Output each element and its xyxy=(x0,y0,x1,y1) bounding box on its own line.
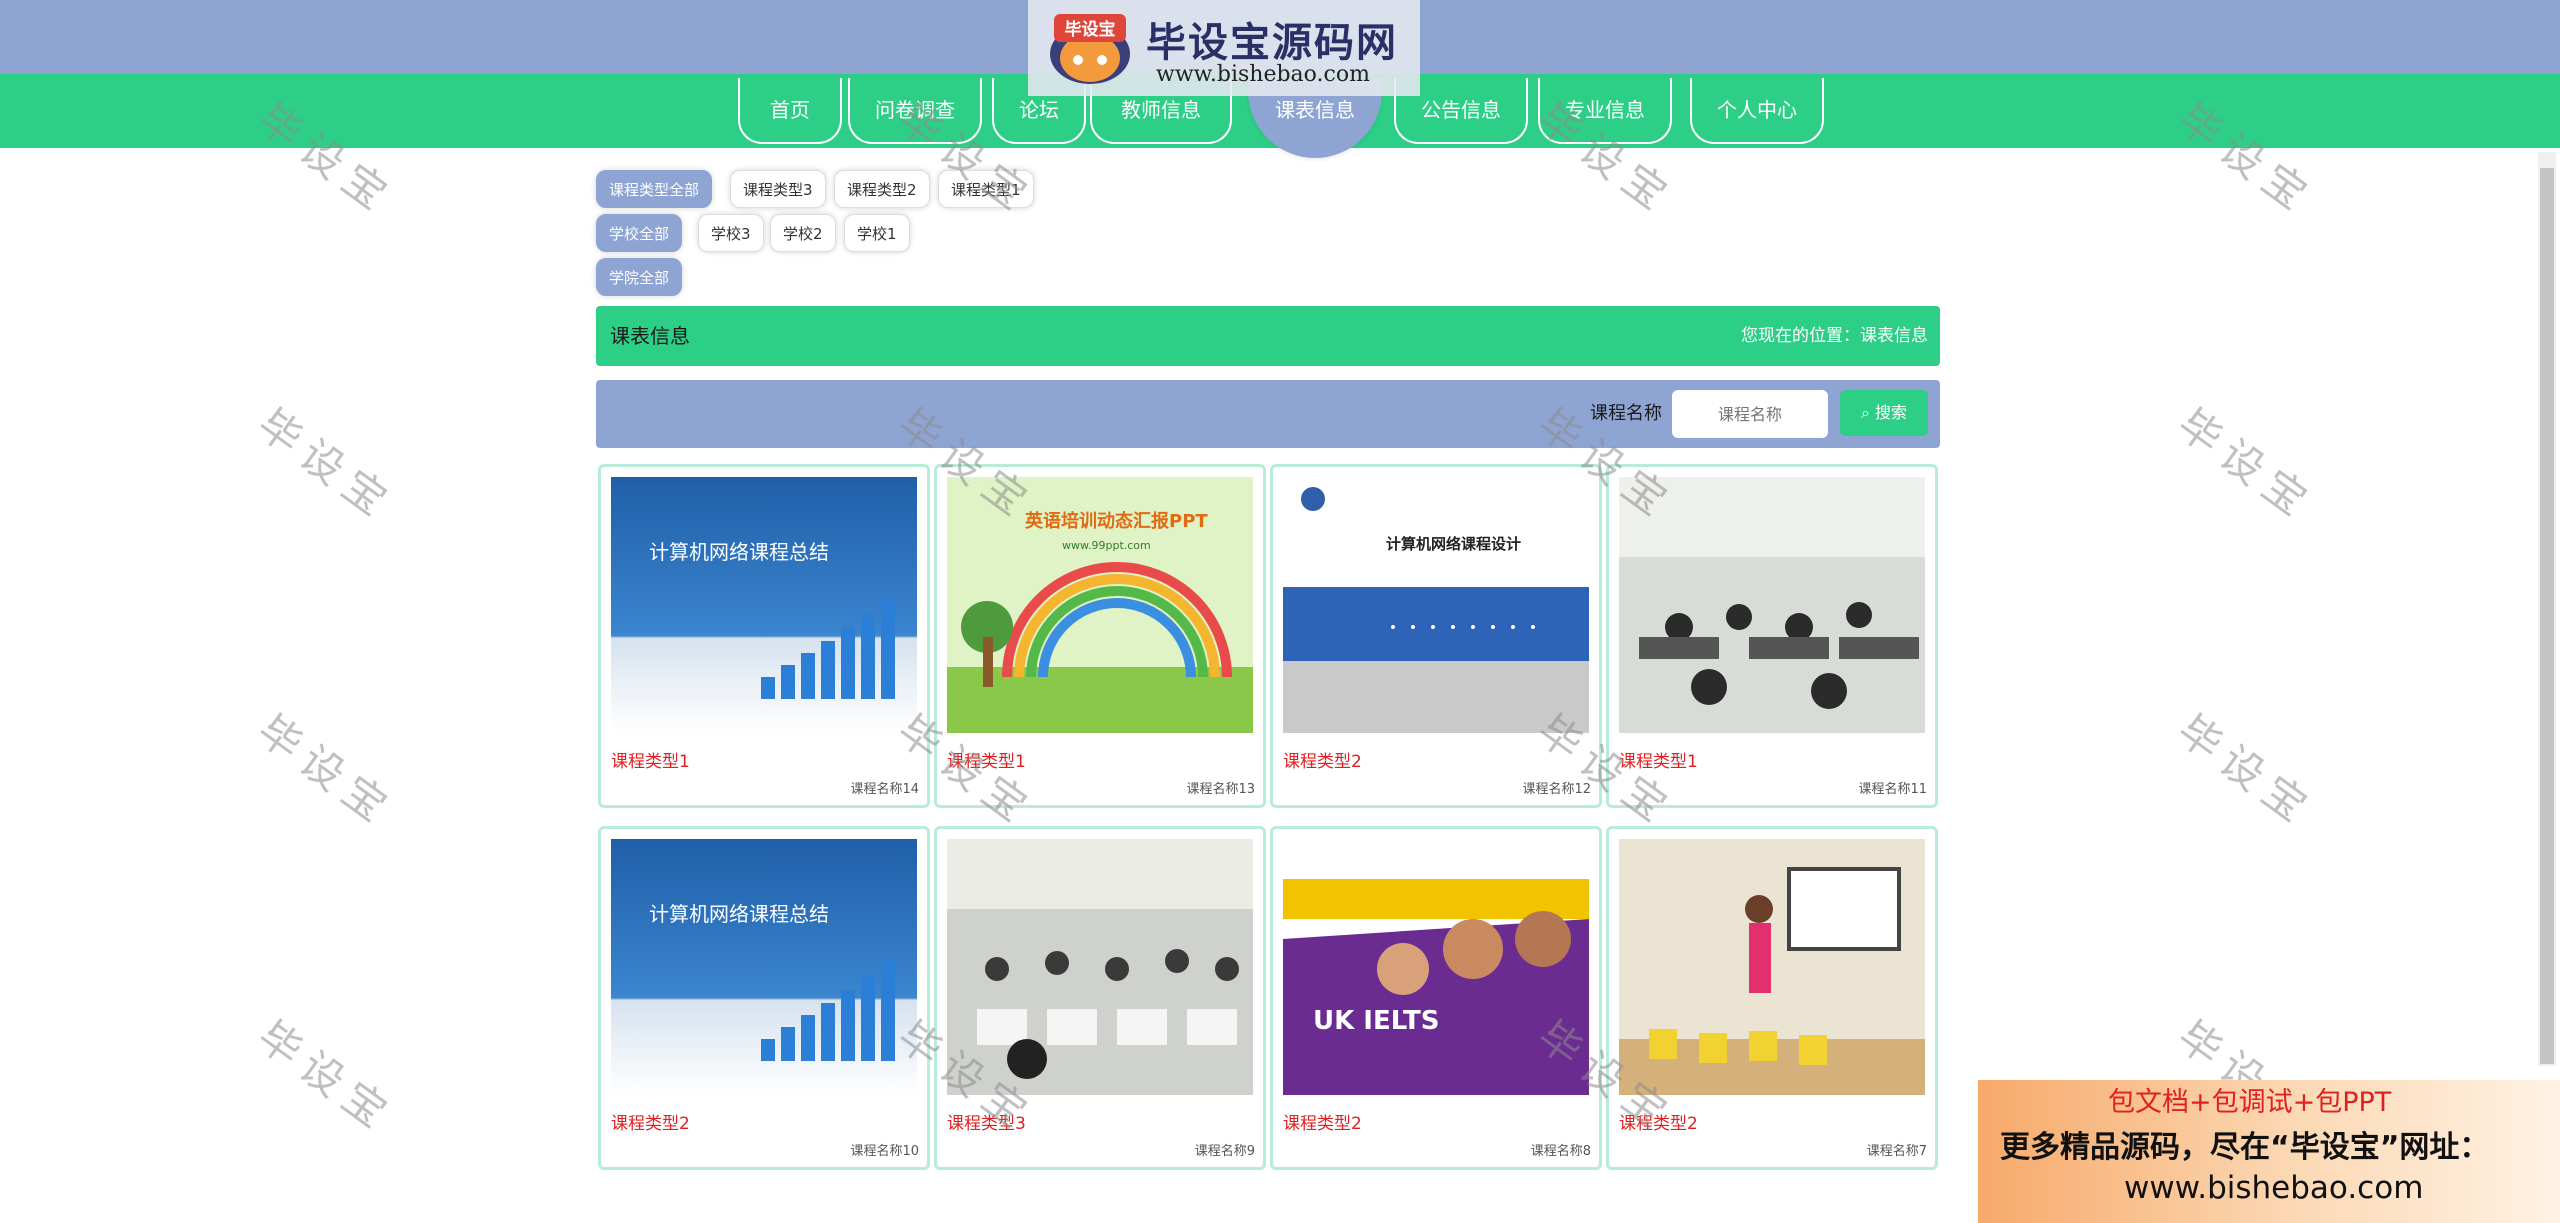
course-card[interactable]: 计算机网络课程总结 课程类型1 课程名称14 xyxy=(598,464,930,808)
section-title-bar: 课表信息 您现在的位置：课表信息 xyxy=(596,306,1940,366)
course-card[interactable]: 课程类型1 课程名称11 xyxy=(1606,464,1938,808)
logo-url: www.bishebao.com xyxy=(1156,62,1370,87)
course-type: 课程类型1 xyxy=(1619,752,1698,772)
search-input[interactable] xyxy=(1672,390,1828,438)
promo-line-1: 包文档+包调试+包PPT xyxy=(2108,1087,2392,1118)
filter-course-type-1[interactable]: 课程类型1 xyxy=(938,170,1034,208)
logo-title: 毕设宝源码网 xyxy=(1146,20,1398,66)
course-type: 课程类型1 xyxy=(947,752,1026,772)
course-name: 课程名称12 xyxy=(1522,782,1591,797)
course-name: 课程名称13 xyxy=(1186,782,1255,797)
filter-school-2[interactable]: 学校2 xyxy=(770,214,836,252)
course-card[interactable]: 计算机网络课程设计 课程类型2 课程名称12 xyxy=(1270,464,1602,808)
filter-school-all[interactable]: 学校全部 xyxy=(596,214,683,252)
thumbnail-text: 计算机网络课程设计 xyxy=(1386,535,1521,553)
course-name: 课程名称9 xyxy=(1194,1144,1255,1159)
thumbnail-text: 英语培训动态汇报PPT xyxy=(1024,510,1208,532)
thumbnail-text: 计算机网络课程总结 xyxy=(649,902,829,926)
site-logo[interactable]: 毕设宝 毕设宝源码网 www.bishebao.com xyxy=(1028,0,1420,96)
course-type: 课程类型2 xyxy=(1619,1114,1698,1134)
nav-item-survey[interactable]: 问卷调查 xyxy=(848,78,982,144)
course-thumbnail: 计算机网络课程总结 xyxy=(611,477,917,733)
course-name: 课程名称14 xyxy=(850,782,919,797)
course-card[interactable]: 课程类型2 课程名称7 xyxy=(1606,826,1938,1170)
scrollbar-thumb[interactable] xyxy=(2540,168,2554,1064)
filter-school-3[interactable]: 学校3 xyxy=(698,214,764,252)
search-label: 课程名称 xyxy=(1590,403,1662,424)
course-name: 课程名称11 xyxy=(1858,782,1927,797)
search-bar: 课程名称 ⌕ 搜索 xyxy=(596,380,1940,448)
promo-banner[interactable]: 包文档+包调试+包PPT 更多精品源码，尽在“毕设宝”网址： www.bishe… xyxy=(1978,1080,2560,1223)
course-thumbnail: UK IELTS xyxy=(1283,839,1589,1095)
filter-school-1[interactable]: 学校1 xyxy=(844,214,910,252)
search-button-label: 搜索 xyxy=(1875,403,1908,422)
filter-course-type-3[interactable]: 课程类型3 xyxy=(730,170,826,208)
course-thumbnail xyxy=(1619,839,1925,1095)
course-name: 课程名称7 xyxy=(1866,1144,1927,1159)
nav-item-majors[interactable]: 专业信息 xyxy=(1538,78,1672,144)
logo-mascot-icon: 毕设宝 xyxy=(1050,14,1130,84)
course-type: 课程类型2 xyxy=(611,1114,690,1134)
watermark: 毕设宝 xyxy=(248,399,404,531)
course-card[interactable]: 英语培训动态汇报PPT www.99ppt.com 课程类型1 课程名称13 xyxy=(934,464,1266,808)
thumbnail-text: UK IELTS xyxy=(1313,1006,1439,1036)
filter-course-type-2[interactable]: 课程类型2 xyxy=(834,170,930,208)
course-card[interactable]: 课程类型3 课程名称9 xyxy=(934,826,1266,1170)
course-name: 课程名称8 xyxy=(1530,1144,1591,1159)
course-name: 课程名称10 xyxy=(850,1144,919,1159)
course-thumbnail: 计算机网络课程总结 xyxy=(611,839,917,1095)
filter-course-type-all[interactable]: 课程类型全部 xyxy=(596,170,713,208)
course-type: 课程类型1 xyxy=(611,752,690,772)
course-type: 课程类型2 xyxy=(1283,1114,1362,1134)
watermark: 毕设宝 xyxy=(248,1011,404,1143)
watermark: 毕设宝 xyxy=(248,705,404,837)
thumbnail-subtext: www.99ppt.com xyxy=(1062,539,1151,552)
course-card[interactable]: 计算机网络课程总结 课程类型2 课程名称10 xyxy=(598,826,930,1170)
course-type: 课程类型2 xyxy=(1283,752,1362,772)
watermark: 毕设宝 xyxy=(2168,705,2324,837)
nav-item-profile[interactable]: 个人中心 xyxy=(1690,78,1824,144)
promo-line-3: www.bishebao.com xyxy=(2124,1170,2424,1206)
search-button[interactable]: ⌕ 搜索 xyxy=(1840,390,1928,436)
nav-item-home[interactable]: 首页 xyxy=(738,78,842,144)
course-thumbnail: 英语培训动态汇报PPT www.99ppt.com xyxy=(947,477,1253,733)
search-icon: ⌕ xyxy=(1860,403,1870,422)
course-thumbnail xyxy=(1619,477,1925,733)
watermark: 毕设宝 xyxy=(2168,399,2324,531)
filter-college-all[interactable]: 学院全部 xyxy=(596,258,683,296)
thumbnail-text: 计算机网络课程总结 xyxy=(649,540,829,564)
page-title: 课表信息 xyxy=(610,324,690,348)
breadcrumb: 您现在的位置：课表信息 xyxy=(1741,326,1928,346)
promo-line-2: 更多精品源码，尽在“毕设宝”网址： xyxy=(2000,1130,2490,1165)
course-thumbnail: 计算机网络课程设计 xyxy=(1283,477,1589,733)
course-thumbnail xyxy=(947,839,1253,1095)
logo-badge-text: 毕设宝 xyxy=(1065,19,1116,40)
course-card[interactable]: UK IELTS 课程类型2 课程名称8 xyxy=(1270,826,1602,1170)
course-type: 课程类型3 xyxy=(947,1114,1026,1134)
